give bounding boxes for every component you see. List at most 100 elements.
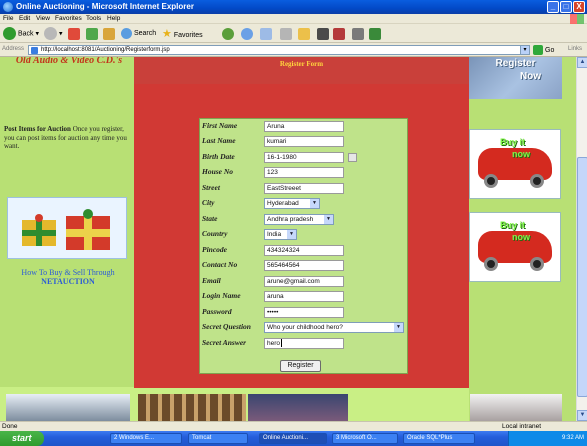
favorites-button[interactable]: ★ Favorites bbox=[162, 27, 203, 41]
menu-file[interactable]: File bbox=[3, 15, 13, 22]
last-name-input[interactable]: kumari bbox=[264, 136, 344, 147]
password-input[interactable]: ••••• bbox=[264, 307, 344, 318]
menu-view[interactable]: View bbox=[36, 15, 50, 22]
go-button[interactable]: Go bbox=[533, 45, 554, 55]
address-label: Address bbox=[2, 46, 25, 52]
house-no-row: House No 123 bbox=[200, 166, 408, 182]
text-caret bbox=[281, 339, 283, 348]
research-icon[interactable] bbox=[352, 28, 364, 40]
links-label[interactable]: Links bbox=[568, 46, 582, 52]
howto-line2: NETAUCTION bbox=[41, 277, 95, 286]
register-now-banner[interactable]: Register Now bbox=[469, 57, 562, 99]
maximize-button[interactable]: □ bbox=[560, 1, 572, 13]
messenger-icon[interactable] bbox=[333, 28, 345, 40]
country-select[interactable]: India ▼ bbox=[264, 229, 297, 240]
email-input[interactable]: arune@gmail.com bbox=[264, 276, 344, 287]
car-wheel-icon bbox=[530, 257, 544, 271]
back-button[interactable]: Back ▾ bbox=[3, 27, 39, 41]
first-name-input[interactable]: Aruna bbox=[264, 121, 344, 132]
email-label: Email bbox=[202, 276, 221, 285]
scroll-up-icon[interactable]: ▲ bbox=[577, 57, 587, 68]
register-button[interactable]: Register bbox=[280, 360, 321, 372]
buy-now-ad-2[interactable]: Buy it now bbox=[469, 212, 561, 282]
state-value: Andhra pradesh bbox=[267, 216, 314, 223]
vertical-scrollbar[interactable]: ▲ ▼ bbox=[576, 57, 587, 421]
secret-question-label: Secret Question bbox=[202, 322, 251, 331]
word-icon[interactable] bbox=[317, 28, 329, 40]
history-icon[interactable] bbox=[241, 28, 253, 40]
media-icon[interactable] bbox=[222, 28, 234, 40]
window-title-bar[interactable]: Online Auctioning - Microsoft Internet E… bbox=[0, 0, 587, 14]
secret-answer-input[interactable]: hero bbox=[264, 338, 344, 349]
street-row: Street EastStreeet bbox=[200, 182, 408, 198]
howto-link[interactable]: How To Buy & Sell Through NETAUCTION bbox=[4, 268, 132, 286]
menu-favorites[interactable]: Favorites bbox=[55, 15, 82, 22]
search-button[interactable]: Search bbox=[121, 27, 156, 41]
task-windows-explorer[interactable]: 2 Windows E... bbox=[110, 433, 182, 444]
search-icon bbox=[121, 27, 132, 39]
start-button[interactable]: start bbox=[0, 431, 44, 446]
city-row: City Hyderabad ▼ bbox=[200, 197, 408, 213]
address-dropdown-icon[interactable]: ▾ bbox=[520, 45, 530, 55]
task-online-auctioning[interactable]: Online Auctioni... bbox=[259, 433, 327, 444]
secret-answer-row: Secret Answer hero bbox=[200, 337, 408, 353]
mail-icon[interactable] bbox=[260, 28, 272, 40]
birth-date-input[interactable]: 16-1-1980 bbox=[264, 152, 344, 163]
register-now-line2: Now bbox=[519, 71, 542, 82]
edit-icon[interactable] bbox=[298, 28, 310, 40]
scroll-thumb[interactable] bbox=[577, 157, 587, 397]
birth-date-row: Birth Date 16-1-1980 bbox=[200, 151, 408, 167]
forward-button[interactable]: ▾ bbox=[44, 27, 62, 41]
stop-icon[interactable] bbox=[68, 28, 80, 40]
browser-toolbar: Back ▾ ▾ Search ★ Favorites bbox=[0, 24, 587, 43]
state-label: State bbox=[202, 214, 218, 223]
home-icon[interactable] bbox=[103, 28, 115, 40]
calendar-icon[interactable] bbox=[348, 153, 357, 162]
car-wheel-icon bbox=[484, 174, 498, 188]
secret-question-value: Who your childhood hero? bbox=[267, 324, 343, 331]
gift-image bbox=[7, 197, 127, 259]
minimize-button[interactable]: _ bbox=[547, 1, 559, 13]
address-url: http://localhost:8081/Auctioning/Registe… bbox=[41, 47, 170, 53]
password-row: Password ••••• bbox=[200, 306, 408, 322]
howto-line1: How To Buy & Sell Through bbox=[21, 268, 115, 277]
street-input[interactable]: EastStreeet bbox=[264, 183, 344, 194]
ie-logo-icon bbox=[3, 2, 13, 12]
password-label: Password bbox=[202, 307, 232, 316]
last-name-row: Last Name kumari bbox=[200, 135, 408, 151]
state-row: State Andhra pradesh ▼ bbox=[200, 213, 408, 229]
city-select[interactable]: Hyderabad ▼ bbox=[264, 198, 320, 209]
contact-no-row: Contact No 565464564 bbox=[200, 259, 408, 275]
contact-no-input[interactable]: 565464564 bbox=[264, 260, 344, 271]
menu-edit[interactable]: Edit bbox=[19, 15, 30, 22]
buy-now-text-2: Buy it now bbox=[500, 220, 530, 242]
menu-help[interactable]: Help bbox=[107, 15, 120, 22]
close-button[interactable]: X bbox=[573, 1, 585, 13]
address-input[interactable]: http://localhost:8081/Auctioning/Registe… bbox=[28, 45, 530, 55]
menu-tools[interactable]: Tools bbox=[86, 15, 101, 22]
discuss-icon[interactable] bbox=[369, 28, 381, 40]
state-select[interactable]: Andhra pradesh ▼ bbox=[264, 214, 334, 225]
chevron-down-icon: ▼ bbox=[394, 323, 403, 332]
print-icon[interactable] bbox=[280, 28, 292, 40]
scroll-down-icon[interactable]: ▼ bbox=[577, 410, 587, 421]
task-tomcat[interactable]: Tomcat bbox=[188, 433, 248, 444]
secret-question-row: Secret Question Who your childhood hero?… bbox=[200, 321, 408, 337]
menu-bar: File Edit View Favorites Tools Help bbox=[0, 14, 587, 24]
post-items-heading: Post Items for Auction bbox=[4, 125, 71, 133]
chevron-down-icon: ▼ bbox=[310, 199, 319, 208]
window-title: Online Auctioning - Microsoft Internet E… bbox=[16, 2, 194, 11]
pincode-input[interactable]: 434324324 bbox=[264, 245, 344, 256]
task-oracle-sqlplus[interactable]: Oracle SQL*Plus bbox=[403, 433, 475, 444]
task-microsoft-office[interactable]: 3 Microsoft O... bbox=[332, 433, 398, 444]
buy-now-ad-1[interactable]: Buy it now bbox=[469, 129, 561, 199]
bottom-image-3 bbox=[248, 394, 348, 421]
clock: 9:32 AM bbox=[561, 435, 584, 441]
car-wheel-icon bbox=[484, 257, 498, 271]
house-no-input[interactable]: 123 bbox=[264, 167, 344, 178]
secret-question-select[interactable]: Who your childhood hero? ▼ bbox=[264, 322, 404, 333]
house-no-label: House No bbox=[202, 167, 234, 176]
login-name-input[interactable]: aruna bbox=[264, 291, 344, 302]
refresh-icon[interactable] bbox=[86, 28, 98, 40]
first-name-label: First Name bbox=[202, 121, 238, 130]
